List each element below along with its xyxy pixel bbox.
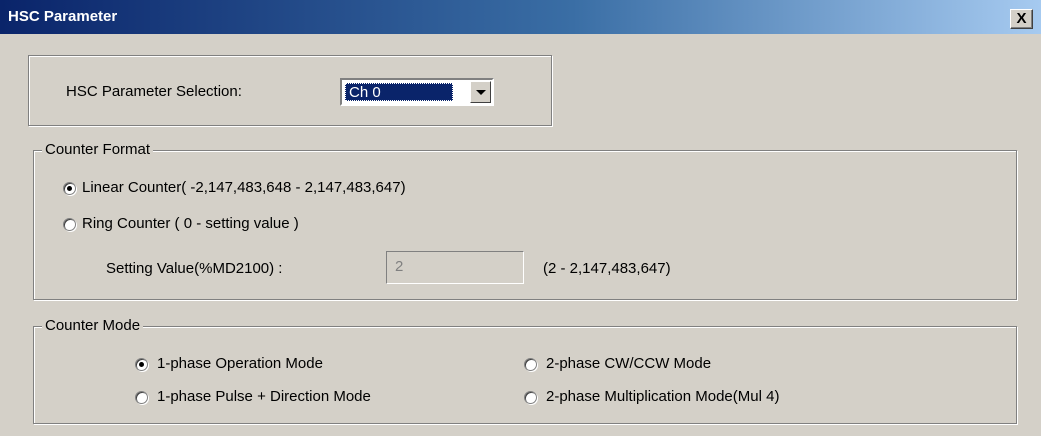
chevron-down-icon[interactable] [470, 81, 491, 103]
counter-mode-group: Counter Mode [33, 317, 1017, 424]
mode-1phase-operation-label[interactable]: 1-phase Operation Mode [157, 355, 323, 372]
mode-2phase-cwccw-radio[interactable] [524, 358, 537, 371]
setting-range-label: (2 - 2,147,483,647) [543, 260, 671, 277]
mode-2phase-mul-label[interactable]: 2-phase Multiplication Mode(Mul 4) [546, 388, 779, 405]
close-button[interactable]: X [1010, 9, 1033, 29]
selection-label: HSC Parameter Selection: [66, 83, 242, 100]
window-title: HSC Parameter [8, 8, 118, 25]
mode-1phase-pulse-radio[interactable] [135, 391, 148, 404]
mode-1phase-operation-radio[interactable] [135, 358, 148, 371]
title-bar: HSC Parameter X [0, 0, 1041, 34]
ring-counter-radio[interactable] [63, 218, 76, 231]
setting-value-label: Setting Value(%MD2100) : [106, 260, 283, 277]
counter-mode-legend: Counter Mode [42, 317, 144, 334]
channel-select[interactable]: Ch 0 [340, 78, 494, 106]
mode-1phase-pulse-label[interactable]: 1-phase Pulse + Direction Mode [157, 388, 371, 405]
mode-2phase-mul-radio[interactable] [524, 391, 537, 404]
channel-select-value: Ch 0 [345, 83, 453, 101]
setting-value-input[interactable]: 2 [386, 251, 524, 284]
linear-counter-label[interactable]: Linear Counter( -2,147,483,648 - 2,147,4… [82, 179, 406, 196]
counter-format-legend: Counter Format [42, 141, 154, 158]
ring-counter-label[interactable]: Ring Counter ( 0 - setting value ) [82, 215, 299, 232]
mode-2phase-cwccw-label[interactable]: 2-phase CW/CCW Mode [546, 355, 711, 372]
linear-counter-radio[interactable] [63, 182, 76, 195]
